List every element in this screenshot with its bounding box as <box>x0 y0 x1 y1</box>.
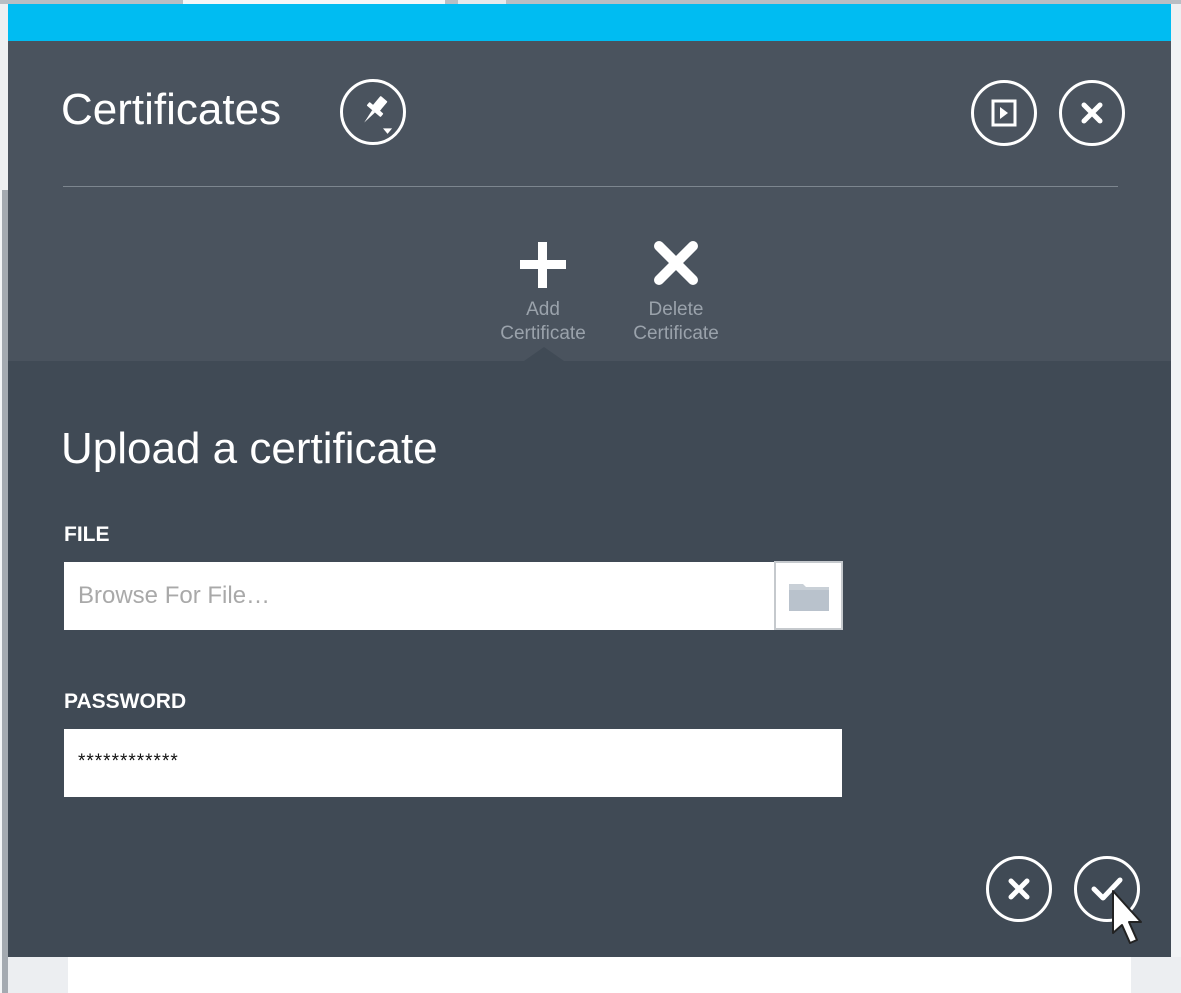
delete-certificate-button[interactable]: Delete Certificate <box>621 236 731 346</box>
add-certificate-button[interactable]: Add Certificate <box>488 236 598 346</box>
mouse-cursor-icon <box>1112 890 1142 944</box>
password-label: PASSWORD <box>64 690 187 713</box>
background-right-edge <box>1171 40 1181 993</box>
file-label: FILE <box>64 523 110 546</box>
delete-certificate-label: Delete Certificate <box>633 299 719 344</box>
blade-header: Certificates Add Certificate Delete Cert… <box>8 41 1171 361</box>
background-left-edge <box>0 190 8 993</box>
header-divider <box>63 186 1118 187</box>
form-heading: Upload a certificate <box>61 424 438 473</box>
password-field[interactable]: ************ <box>64 729 842 797</box>
plus-icon <box>520 242 566 288</box>
add-certificate-label: Add Certificate <box>500 299 586 344</box>
file-input[interactable] <box>64 562 775 630</box>
blade-title: Certificates <box>61 85 282 134</box>
close-icon <box>1008 878 1030 900</box>
certificates-blade: Certificates Add Certificate Delete Cert… <box>8 41 1171 957</box>
cancel-button[interactable] <box>986 856 1052 922</box>
blade-accent-bar <box>8 4 1171 41</box>
pin-icon <box>364 96 393 134</box>
close-icon <box>1081 102 1103 124</box>
close-blade-button[interactable] <box>1059 80 1125 146</box>
x-icon <box>654 241 698 285</box>
folder-icon <box>788 583 829 611</box>
browse-file-button[interactable] <box>774 561 843 630</box>
pin-button[interactable] <box>340 79 406 145</box>
background-card <box>68 957 1131 993</box>
selected-command-pointer <box>524 347 564 361</box>
expand-icon <box>991 99 1017 127</box>
background-bottom <box>8 957 1181 993</box>
expand-button[interactable] <box>971 80 1037 146</box>
